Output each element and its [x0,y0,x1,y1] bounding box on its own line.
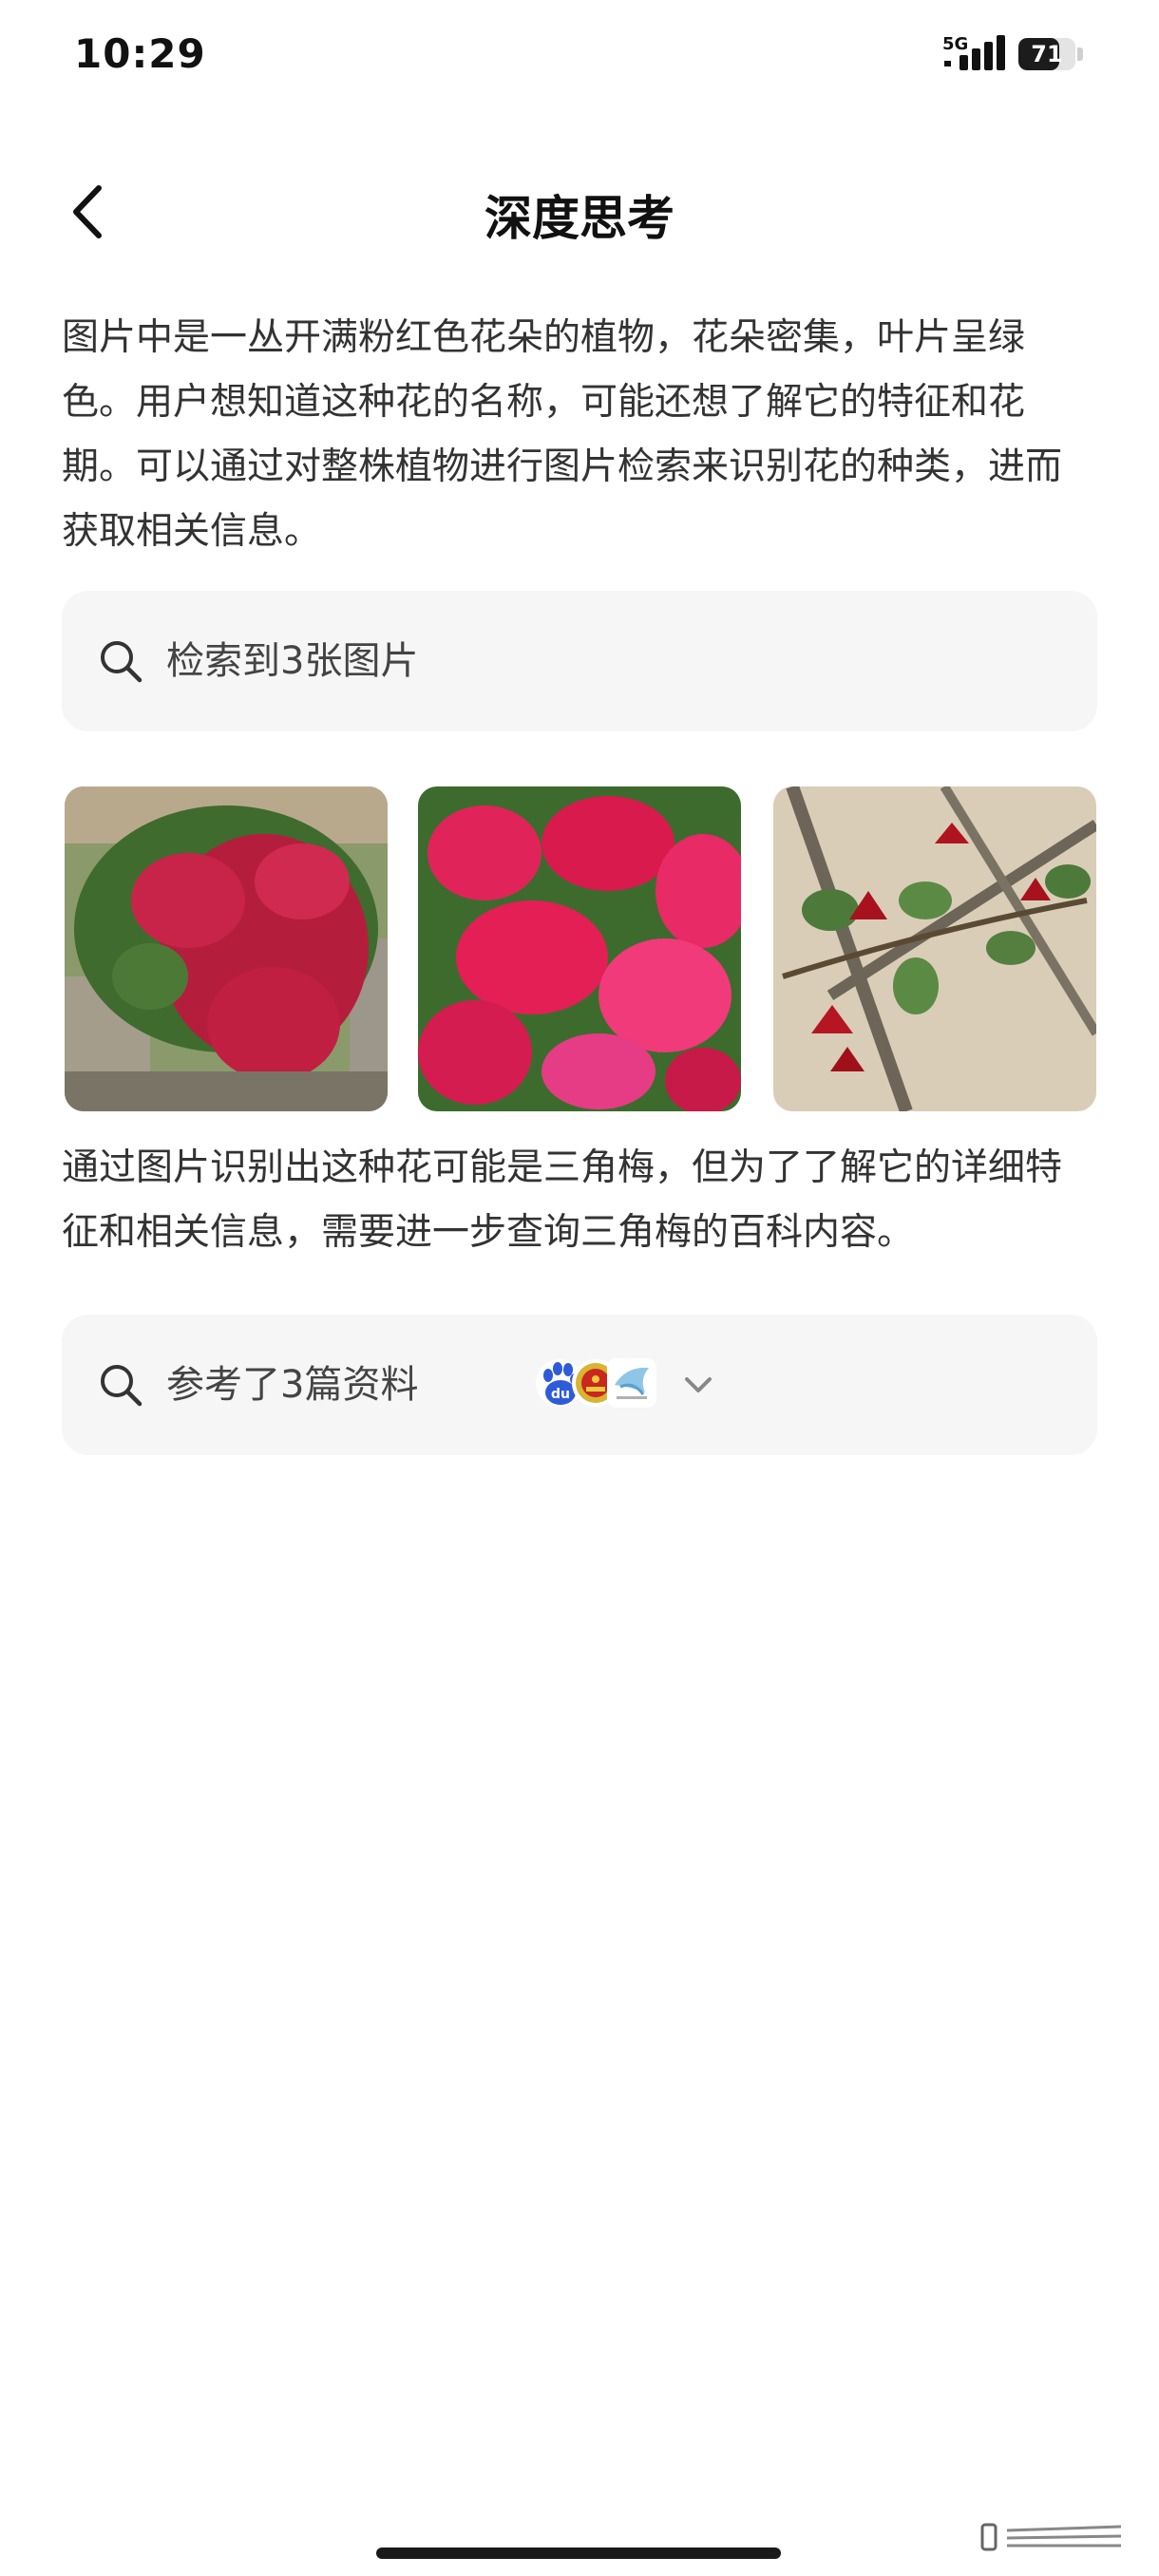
image-results [65,786,1096,1111]
status-bar: 10:29 5G 71 [0,0,1159,114]
image-result-1[interactable] [65,786,388,1111]
home-indicator[interactable] [376,2548,781,2559]
system-corner-icon [980,2523,1122,2551]
status-time: 10:29 [74,30,206,77]
thinking-paragraph-2: 通过图片识别出这种花可能是三角梅，但为了了解它的详细特征和相关信息，需要进一步查… [62,1146,1063,1254]
image-search-label: 检索到3张图片 [166,639,419,683]
search-icon [101,641,142,683]
battery-indicator: 71 [1018,38,1085,70]
image-search-result-bar[interactable]: 检索到3张图片 [62,591,1097,731]
battery-level: 71 [1031,41,1063,67]
image-result-3[interactable] [773,786,1096,1111]
cellular-signal-icon: 5G [942,34,1005,70]
references-label: 参考了3篇资料 [166,1363,419,1407]
network-type: 5G [942,34,968,54]
bird-logo-icon [607,1358,656,1408]
page-title: 深度思考 [484,191,674,246]
svg-text:du: du [551,1387,570,1402]
chevron-down-icon[interactable] [679,1368,717,1402]
search-icon [101,1365,142,1407]
image-result-2[interactable] [418,786,741,1111]
thinking-paragraph-1: 图片中是一丛开满粉红色花朵的植物，花朵密集，叶片呈绿色。用户想知道这种花的名称，… [62,316,1063,553]
references-bar[interactable]: 参考了3篇资料 du [62,1315,1097,1455]
